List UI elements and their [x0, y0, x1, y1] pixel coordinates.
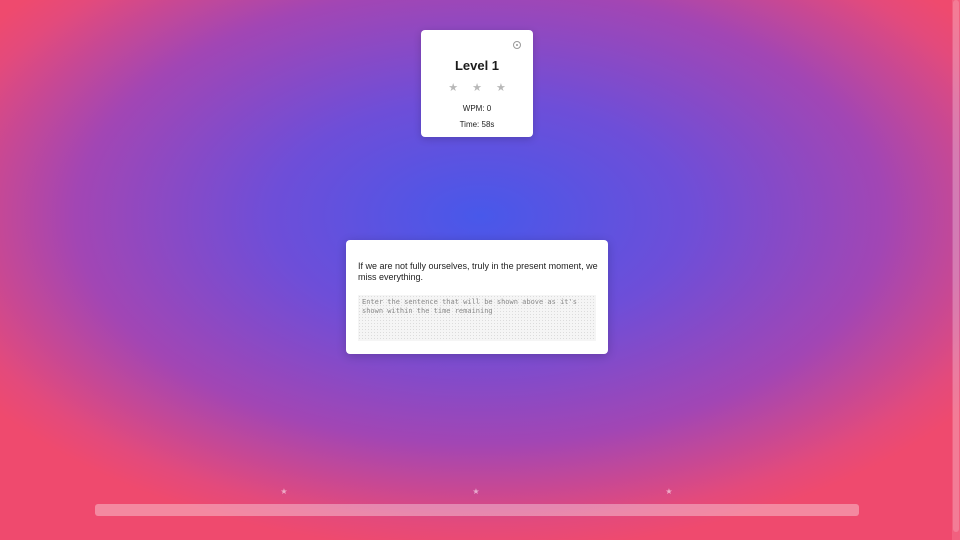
- time-remaining: Time: 58s: [459, 120, 495, 129]
- star-icon: ★: [495, 82, 506, 94]
- level-title: Level 1: [454, 58, 500, 73]
- star-icon: ★: [448, 82, 459, 94]
- level-card: Level 1 ★ ★ ★ WPM: 0 Time: 58s: [421, 30, 533, 137]
- progress-bar: [95, 504, 859, 516]
- settings-icon[interactable]: [513, 41, 521, 49]
- typing-card: If we are not fully ourselves, truly in …: [346, 240, 608, 354]
- typing-input[interactable]: [358, 295, 596, 341]
- progress-star-marker: ★: [665, 487, 673, 496]
- scrollbar-thumb[interactable]: [953, 0, 959, 532]
- prompt-sentence: If we are not fully ourselves, truly in …: [358, 261, 598, 282]
- progress-star-marker: ★: [280, 487, 288, 496]
- page-scrollbar[interactable]: [952, 0, 960, 540]
- wpm-counter: WPM: 0: [462, 104, 492, 113]
- star-icon: ★: [472, 82, 482, 94]
- star-rating: ★ ★ ★: [421, 82, 533, 94]
- progress-star-marker: ★: [472, 487, 480, 496]
